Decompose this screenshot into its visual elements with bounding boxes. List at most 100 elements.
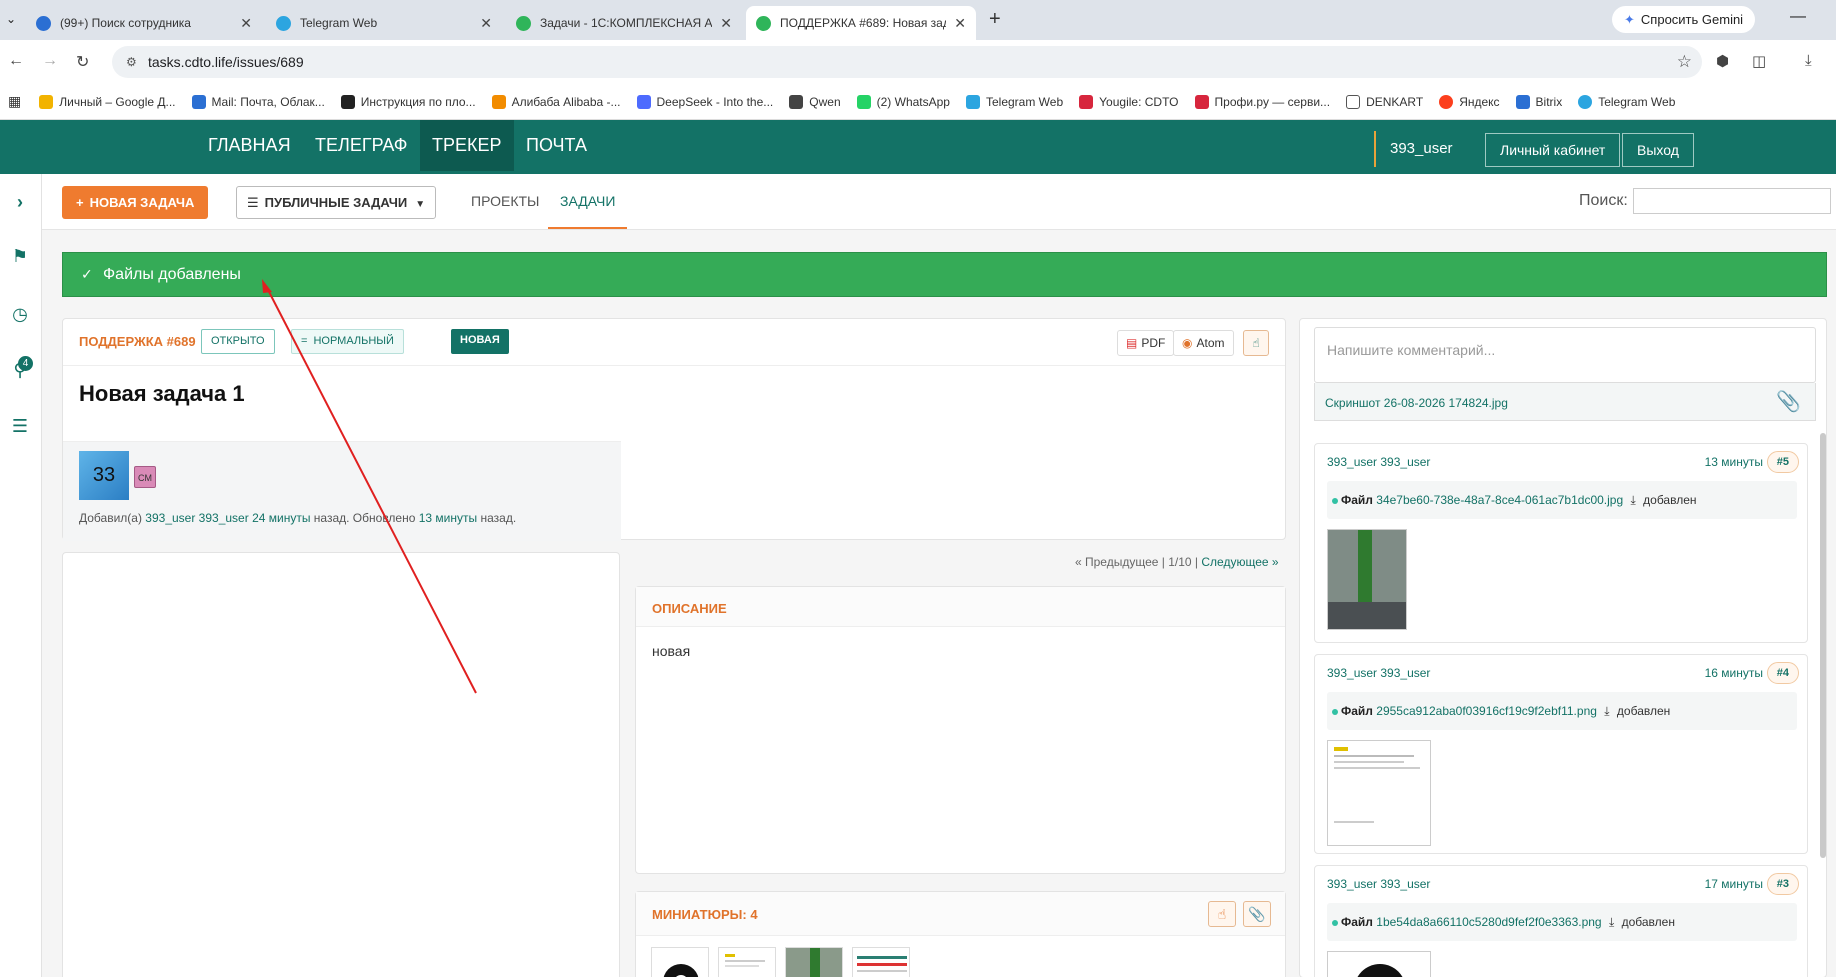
site-info-icon[interactable]: ⚙ — [126, 55, 137, 69]
entry-number[interactable]: #3 — [1766, 873, 1799, 895]
expand-chevron-icon[interactable]: › — [9, 192, 31, 213]
entry-user[interactable]: 393_user 393_user — [1327, 666, 1430, 680]
touch-button[interactable]: ☝ — [1208, 901, 1236, 927]
thumbnail-photo[interactable] — [785, 947, 843, 977]
address-bar-row: ← → ↻ ⚙ tasks.cdto.life/issues/689 ☆ ⬢ ◫… — [0, 40, 1836, 84]
forward-arrow-icon[interactable]: → — [42, 52, 58, 70]
browser-tab[interactable]: Telegram Web ✕ — [266, 6, 502, 40]
gemini-button[interactable]: ✦ Спросить Gemini — [1612, 6, 1756, 33]
search-input[interactable] — [1633, 188, 1831, 214]
pdf-button[interactable]: ▤ PDF — [1117, 330, 1175, 356]
bookmark-item[interactable]: Telegram Web — [965, 94, 1063, 109]
comment-input[interactable]: Напишите комментарий... — [1314, 327, 1816, 383]
type-badge: НОВАЯ — [451, 329, 509, 354]
entry-thumbnail[interactable] — [1327, 740, 1431, 846]
screenshot-image-icon — [857, 956, 907, 972]
bookmark-item[interactable]: Yougile: CDTO — [1079, 94, 1179, 109]
entry-user[interactable]: 393_user 393_user — [1327, 877, 1430, 891]
updated-ago-link[interactable]: 13 минуты — [419, 511, 477, 525]
download-icon[interactable]: ⤓ — [1609, 915, 1614, 929]
minimize-window-button[interactable]: — — [1790, 8, 1806, 26]
thumbnail-gear[interactable] — [651, 947, 709, 977]
entry-number[interactable]: #5 — [1766, 451, 1799, 473]
next-link[interactable]: Следующее » — [1201, 555, 1278, 569]
priority-icon: = — [301, 335, 308, 347]
bookmark-item[interactable]: Qwen — [789, 94, 841, 109]
entry-time: 16 минуты — [1704, 666, 1763, 680]
bookmark-item[interactable]: Telegram Web — [1578, 94, 1675, 109]
download-icon[interactable]: ⤓ — [1630, 493, 1635, 507]
bookmark-item[interactable]: DeepSeek - Into the... — [636, 94, 773, 109]
attach-button[interactable]: 📎 — [1243, 901, 1271, 927]
bookmark-item[interactable]: Яндекс — [1439, 94, 1500, 109]
browser-tab[interactable]: (99+) Поиск сотрудника ✕ — [26, 6, 262, 40]
bookmark-star-icon[interactable]: ☆ — [1677, 52, 1692, 72]
download-icon[interactable]: ⤓ — [1805, 52, 1812, 69]
browser-tab[interactable]: Задачи - 1С:КОМПЛЕКСНАЯ А ✕ — [506, 6, 742, 40]
entry-thumbnail[interactable] — [1327, 529, 1407, 630]
activity-scrollbar[interactable] — [1820, 433, 1826, 858]
extension-icon[interactable]: ⬢ — [1716, 52, 1729, 70]
tab-tasks[interactable]: ЗАДАЧИ — [548, 174, 628, 229]
tab-close-icon[interactable]: ✕ — [480, 15, 492, 32]
nav-item-telegraph[interactable]: ТЕЛЕГРАФ — [303, 120, 419, 171]
entry-file-link[interactable]: 2955ca912aba0f03916cf19c9f2ebf11.png — [1376, 704, 1597, 718]
cabinet-button[interactable]: Личный кабинет — [1485, 133, 1621, 167]
rss-icon: ◉ — [1182, 336, 1193, 350]
tab-search-icon[interactable]: ⌄ — [6, 12, 16, 26]
entry-thumbnail[interactable] — [1327, 951, 1431, 977]
extensions-puzzle-icon[interactable]: ◫ — [1752, 52, 1766, 70]
tab-close-icon[interactable]: ✕ — [240, 15, 252, 32]
public-tasks-dropdown[interactable]: ☰ ПУБЛИЧНЫЕ ЗАДАЧИ ▼ — [236, 186, 437, 219]
nav-item-tracker[interactable]: ТРЕКЕР — [420, 120, 514, 171]
back-arrow-icon[interactable]: ← — [8, 52, 24, 70]
tab-close-icon[interactable]: ✕ — [954, 15, 966, 32]
issue-card: ПОДДЕРЖКА #689 ОТКРЫТО = НОРМАЛЬНЫЙ НОВАЯ… — [62, 318, 1286, 541]
like-button[interactable]: ☝ — [1243, 330, 1269, 356]
entry-user[interactable]: 393_user 393_user — [1327, 455, 1430, 469]
tab-close-icon[interactable]: ✕ — [720, 15, 732, 32]
paperclip-icon[interactable]: 📎 — [1776, 389, 1801, 414]
author-link[interactable]: 393_user 393_user — [145, 511, 248, 525]
thumbnail-screenshot[interactable] — [852, 947, 910, 977]
tab-favicon-icon — [756, 15, 771, 31]
attached-file-name[interactable]: Скриншот 26-08-2026 174824.jpg — [1325, 396, 1508, 410]
bookmark-item[interactable]: Mail: Почта, Облак... — [191, 94, 325, 109]
new-tab-button[interactable]: + — [989, 8, 1001, 31]
bookmark-item[interactable]: Профи.ру — серви... — [1194, 94, 1330, 109]
bookmark-icon[interactable]: ⚑ — [9, 246, 31, 267]
prev-link[interactable]: « Предыдущее — [1075, 555, 1158, 569]
bookmark-favicon-icon — [1079, 94, 1094, 109]
new-task-button[interactable]: + НОВАЯ ЗАДАЧА — [62, 186, 209, 219]
nav-item-mail[interactable]: ПОЧТА — [514, 120, 599, 171]
clock-icon[interactable]: ◷ — [9, 304, 31, 325]
bookmark-item[interactable]: Алибаба Alibaba -... — [491, 94, 621, 109]
bookmark-item[interactable]: Личный – Google Д... — [39, 94, 176, 109]
nav-item-home[interactable]: ГЛАВНАЯ — [196, 120, 303, 171]
bookmark-item[interactable]: (2) WhatsApp — [856, 94, 950, 109]
menu-icon[interactable]: ☰ — [9, 416, 31, 437]
apps-grid-icon[interactable]: ▦ — [8, 93, 21, 110]
photo-image-icon — [786, 948, 842, 977]
activity-entry: 393_user 393_user 17 минуты #3 Файл 1be5… — [1314, 865, 1808, 977]
browser-tab-active[interactable]: ПОДДЕРЖКА #689: Новая зада ✕ — [746, 6, 976, 40]
added-ago-link[interactable]: 24 минуты — [252, 511, 310, 525]
entry-file-link[interactable]: 1be54da8a66110c5280d9fef2f0e3363.png — [1376, 915, 1601, 929]
bookmark-item[interactable]: Bitrix — [1515, 94, 1562, 109]
entry-number[interactable]: #4 — [1766, 662, 1799, 684]
tab-projects[interactable]: ПРОЕКТЫ — [459, 174, 551, 229]
check-icon: ✓ — [81, 266, 93, 282]
reload-icon[interactable]: ↻ — [76, 52, 89, 72]
bookmark-folder[interactable]: DENKART — [1346, 94, 1423, 109]
bookmark-item[interactable]: Инструкция по пло... — [340, 94, 476, 109]
entry-file-link[interactable]: 34e7be60-738e-48a7-8ce4-061ac7b1dc00.jpg — [1376, 493, 1623, 507]
logout-button[interactable]: Выход — [1622, 133, 1694, 167]
url-field[interactable]: ⚙ tasks.cdto.life/issues/689 ☆ — [112, 46, 1702, 78]
thumbnail-document[interactable] — [718, 947, 776, 977]
download-icon[interactable]: ⤓ — [1604, 704, 1609, 718]
bookmark-favicon-icon — [1578, 94, 1593, 109]
avatar-small: СМ — [134, 466, 156, 488]
atom-button[interactable]: ◉ Atom — [1173, 330, 1234, 356]
bookmark-favicon-icon — [39, 94, 54, 109]
entry-file-row: Файл 2955ca912aba0f03916cf19c9f2ebf11.pn… — [1327, 692, 1797, 730]
